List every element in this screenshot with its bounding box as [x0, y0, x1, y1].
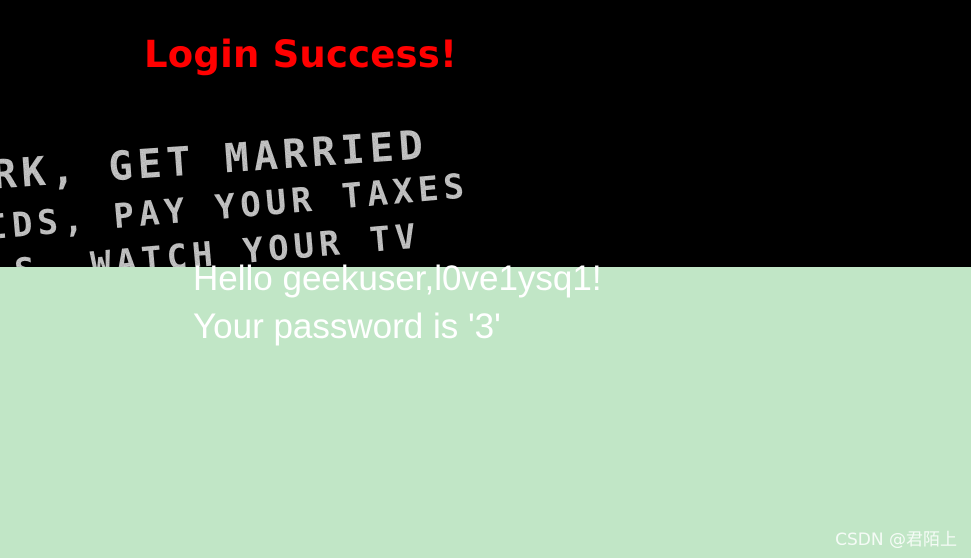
- password-message: Your password is '3': [193, 307, 501, 346]
- login-result-page: RK, GET MARRIED IDS, PAY YOUR TAXES LS, …: [0, 0, 971, 558]
- csdn-watermark: CSDN @君陌上: [835, 530, 957, 550]
- background-photo: RK, GET MARRIED IDS, PAY YOUR TAXES LS, …: [0, 100, 472, 267]
- greeting-message: Hello geekuser,l0ve1ysq1!: [193, 259, 602, 298]
- login-success-title: Login Success!: [144, 33, 458, 76]
